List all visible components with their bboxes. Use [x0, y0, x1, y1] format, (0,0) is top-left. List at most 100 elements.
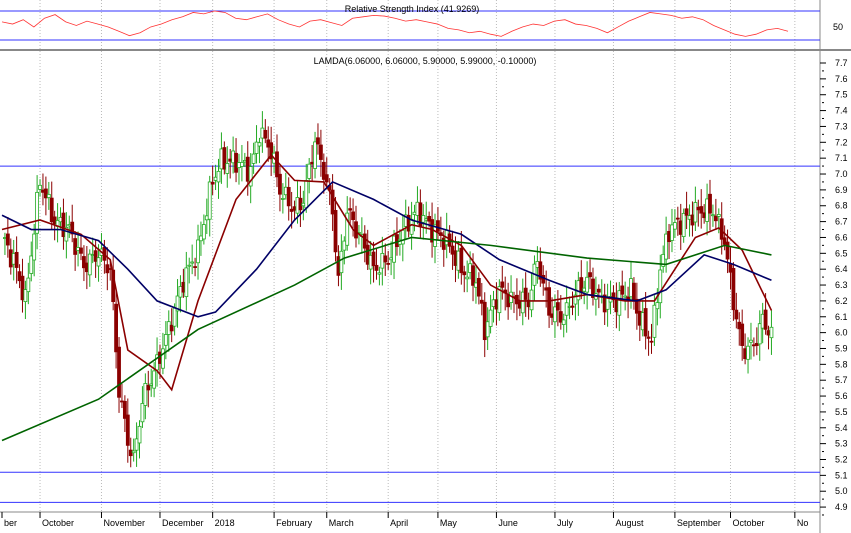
candle-up	[681, 212, 686, 237]
candle-up	[32, 233, 37, 261]
candle-down	[286, 187, 291, 207]
candle-up	[693, 202, 698, 223]
candle-up	[161, 348, 165, 369]
candle-down	[371, 251, 376, 267]
y-tick-label: 7.6	[835, 74, 848, 84]
y-tick-label: 6.5	[835, 248, 848, 258]
candle-down	[731, 267, 736, 311]
candle-down	[316, 137, 320, 145]
candle-up	[658, 269, 663, 304]
candle-up	[140, 403, 145, 423]
candle-down	[193, 266, 197, 268]
candle-down	[646, 336, 651, 339]
candle-up	[26, 277, 31, 293]
candle-down	[471, 265, 475, 286]
candle-up	[769, 326, 774, 339]
candle-up	[746, 345, 750, 360]
month-label: February	[276, 518, 313, 528]
rsi-title: Relative Strength Index (41.9269)	[345, 4, 480, 14]
candle-down	[333, 209, 338, 253]
candle-up	[46, 193, 51, 198]
y-tick-label: 6.2	[835, 296, 848, 306]
stock-chart: Relative Strength Index (41.9269) 50 LAM…	[0, 0, 851, 533]
grid	[0, 0, 821, 533]
y-tick-label: 7.2	[835, 137, 848, 147]
month-label: October	[42, 518, 74, 528]
candle-up	[652, 304, 657, 338]
candle-down	[210, 181, 215, 185]
y-axis: 7.7 7.6 7.5 7.4 7.3 7.2 7.1 7.0 6.9 6.8 6.7 6.6 6.5 6…	[820, 58, 848, 516]
x-axis: ber October November December 2018 February Ma…	[1, 512, 808, 528]
y-tick-label: 5.3	[835, 439, 848, 449]
y-tick-label: 7.5	[835, 90, 848, 100]
y-tick-label: 6.1	[835, 312, 848, 322]
y-tick-label: 7.0	[835, 169, 848, 179]
candle-down	[125, 414, 130, 446]
candle-down	[146, 384, 151, 391]
candle-down	[734, 309, 739, 320]
rsi-line	[1, 10, 789, 37]
candle-up	[35, 191, 40, 234]
candle-up	[339, 250, 344, 274]
candle-down	[763, 309, 768, 330]
candle-up	[137, 425, 142, 444]
y-tick-label: 5.2	[835, 455, 848, 465]
candle-down	[278, 173, 282, 195]
candle-down	[462, 271, 467, 276]
candle-down	[523, 287, 528, 300]
rsi-label-50: 50	[833, 22, 843, 32]
candle-up	[716, 214, 721, 217]
candle-down	[436, 220, 440, 232]
candle-up	[190, 261, 195, 264]
month-label: April	[390, 518, 408, 528]
y-tick-label: 6.3	[835, 280, 848, 290]
candle-up	[313, 141, 317, 169]
candle-down	[570, 305, 575, 308]
y-tick-label: 7.3	[835, 121, 848, 131]
candle-up	[585, 276, 590, 293]
month-label: June	[498, 518, 518, 528]
candle-up	[251, 153, 256, 164]
candle-up	[711, 214, 715, 217]
month-label: March	[329, 518, 354, 528]
candle-up	[304, 180, 309, 209]
candles	[3, 111, 774, 468]
candle-down	[79, 247, 83, 254]
candle-down	[675, 217, 680, 220]
candle-up	[201, 224, 206, 240]
candle-down	[684, 208, 689, 216]
y-tick-label: 5.0	[835, 486, 848, 496]
candle-down	[14, 251, 19, 268]
candle-down	[383, 255, 388, 263]
candle-up	[561, 319, 566, 325]
month-label: October	[732, 518, 764, 528]
candle-up	[216, 170, 221, 183]
candle-up	[225, 163, 230, 174]
rsi-panel	[0, 10, 820, 41]
candle-down	[275, 151, 279, 178]
candle-down	[555, 302, 560, 311]
candle-down	[73, 238, 78, 255]
month-label: September	[677, 518, 721, 528]
candle-up	[152, 370, 157, 389]
month-label: July	[557, 518, 574, 528]
candle-down	[386, 262, 391, 265]
candle-up	[400, 229, 405, 245]
candle-down	[117, 346, 121, 398]
y-tick-label: 5.1	[835, 470, 848, 480]
y-tick-label: 5.7	[835, 375, 848, 385]
candle-up	[131, 450, 136, 454]
candle-up	[529, 289, 534, 311]
candle-up	[488, 309, 493, 327]
y-tick-label: 7.7	[835, 58, 848, 68]
month-label: ber	[4, 518, 17, 528]
y-tick-label: 4.9	[835, 502, 848, 512]
candle-up	[564, 302, 569, 316]
y-tick-label: 5.5	[835, 407, 848, 417]
candle-up	[187, 264, 192, 267]
candle-up	[38, 184, 42, 190]
candle-down	[632, 282, 636, 302]
candle-down	[348, 208, 353, 211]
candle-down	[541, 274, 546, 284]
candle-up	[409, 218, 414, 235]
